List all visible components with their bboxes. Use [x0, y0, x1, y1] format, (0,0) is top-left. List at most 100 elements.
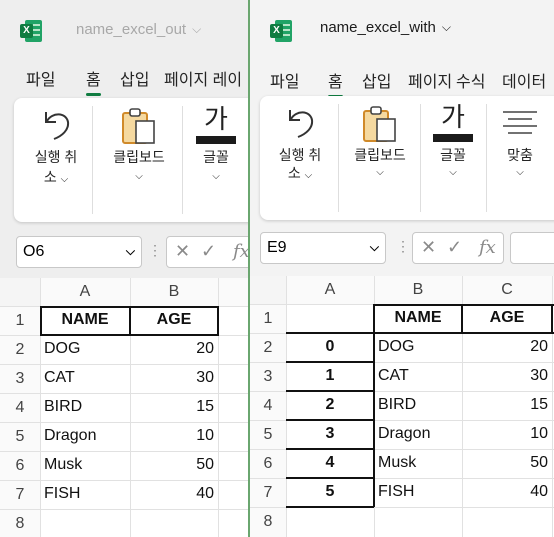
workbook-title[interactable]: name_excel_out ⌵ — [76, 21, 201, 38]
tab-home[interactable]: 홈 — [86, 66, 101, 96]
cell-name[interactable]: FISH — [374, 483, 462, 501]
row-header[interactable]: 1 — [0, 312, 40, 330]
ribbon-divider — [420, 104, 421, 212]
tab-page-layout[interactable]: 페이지 레이 — [164, 66, 242, 90]
cell-age[interactable]: 15 — [130, 398, 218, 416]
row-header[interactable]: 3 — [0, 370, 40, 388]
font-button[interactable]: 가 글꼴 ⌵ — [186, 98, 246, 216]
row-header[interactable]: 2 — [250, 339, 286, 357]
enter-icon[interactable]: ✓ — [201, 241, 216, 262]
cell-name[interactable]: Dragon — [40, 427, 130, 445]
cancel-icon[interactable]: ✕ — [175, 241, 190, 262]
cell-age[interactable]: 50 — [130, 456, 218, 474]
row-header[interactable]: 2 — [0, 341, 40, 359]
more-icon[interactable]: ⋮ — [148, 242, 162, 259]
column-header-c[interactable]: C — [462, 281, 552, 299]
tab-data[interactable]: 데이터 — [502, 68, 546, 92]
row-header[interactable]: 4 — [250, 397, 286, 415]
cell-age[interactable]: 10 — [130, 427, 218, 445]
cell-age[interactable]: 20 — [130, 340, 218, 358]
cell-name[interactable]: DOG — [374, 338, 462, 356]
cell-name[interactable]: DOG — [40, 340, 130, 358]
ribbon: 실행 취 소 ⌵ 클립보드 ⌵ 가 글꼴 ⌵ — [260, 96, 554, 220]
name-box[interactable]: E9 ⌵ — [260, 232, 386, 264]
row-header[interactable]: 5 — [250, 426, 286, 444]
header-cell-age[interactable]: AGE — [462, 309, 552, 327]
cell-name[interactable]: Musk — [40, 456, 130, 474]
spreadsheet-grid[interactable]: A B 1 2 3 4 5 6 7 8 NAME AGE DOG 20 CAT … — [0, 278, 248, 537]
header-cell-name[interactable]: NAME — [40, 311, 130, 329]
workbook-title[interactable]: name_excel_with ⌵ — [320, 19, 451, 36]
row-header[interactable]: 7 — [0, 486, 40, 504]
row-header[interactable]: 1 — [250, 310, 286, 328]
name-box[interactable]: O6 ⌵ — [16, 236, 142, 268]
cell-name[interactable]: CAT — [40, 369, 130, 387]
tab-insert[interactable]: 삽입 — [362, 68, 391, 92]
cell-age[interactable]: 50 — [462, 454, 552, 472]
more-icon[interactable]: ⋮ — [396, 238, 410, 255]
cell-age[interactable]: 30 — [462, 367, 552, 385]
tab-file[interactable]: 파일 — [270, 68, 299, 92]
undo-button[interactable]: 실행 취 소 ⌵ — [20, 98, 92, 216]
cell-name[interactable]: BIRD — [374, 396, 462, 414]
chevron-down-icon: ⌵ — [441, 20, 452, 34]
row-header[interactable]: 8 — [0, 515, 40, 533]
index-cell[interactable]: 2 — [286, 396, 374, 414]
enter-icon[interactable]: ✓ — [447, 237, 462, 258]
spreadsheet-grid[interactable]: A B C 1 2 3 4 5 6 7 8 NAME AGE 0 1 2 3 4… — [250, 276, 554, 537]
column-header-b[interactable]: B — [130, 283, 218, 301]
formula-buttons: ✕ ✓ fx — [166, 236, 248, 268]
index-cell[interactable]: 5 — [286, 483, 374, 501]
ribbon-divider — [338, 104, 339, 212]
undo-button[interactable]: 실행 취 소 ⌵ — [264, 96, 336, 214]
cell-age[interactable]: 20 — [462, 338, 552, 356]
cell-age[interactable]: 40 — [130, 485, 218, 503]
cell-name[interactable]: BIRD — [40, 398, 130, 416]
cell-age[interactable]: 10 — [462, 425, 552, 443]
tab-file[interactable]: 파일 — [26, 66, 55, 90]
row-header[interactable]: 8 — [250, 513, 286, 531]
name-box-value: O6 — [23, 243, 45, 260]
row-header[interactable]: 4 — [0, 399, 40, 417]
clipboard-icon — [363, 106, 396, 142]
tab-formulas[interactable]: 수식 — [456, 68, 485, 92]
formula-input[interactable] — [510, 232, 554, 264]
tab-page-layout[interactable]: 페이지 — [408, 68, 452, 92]
clipboard-button[interactable]: 클립보드 ⌵ — [96, 98, 182, 216]
row-header[interactable]: 7 — [250, 484, 286, 502]
tab-insert[interactable]: 삽입 — [120, 66, 149, 90]
header-cell-name[interactable]: NAME — [374, 309, 462, 327]
cell-age[interactable]: 40 — [462, 483, 552, 501]
row-header[interactable]: 6 — [250, 455, 286, 473]
insert-function-button[interactable]: fx — [233, 241, 248, 262]
cell-name[interactable]: Musk — [374, 454, 462, 472]
index-cell[interactable]: 4 — [286, 454, 374, 472]
cell-name[interactable]: FISH — [40, 485, 130, 503]
column-header-a[interactable]: A — [286, 281, 374, 299]
cell-age[interactable]: 30 — [130, 369, 218, 387]
font-label: 글꼴 — [440, 147, 466, 163]
cell-age[interactable]: 15 — [462, 396, 552, 414]
insert-function-button[interactable]: fx — [479, 237, 496, 258]
index-cell[interactable]: 3 — [286, 425, 374, 443]
cell-name[interactable]: Dragon — [374, 425, 462, 443]
index-cell[interactable]: 1 — [286, 367, 374, 385]
column-header-b[interactable]: B — [374, 281, 462, 299]
row-header[interactable]: 3 — [250, 368, 286, 386]
select-all-corner[interactable] — [0, 278, 40, 306]
row-header[interactable]: 6 — [0, 457, 40, 475]
alignment-button[interactable]: 맞춤 ⌵ — [490, 96, 550, 214]
undo-label-2: 소 ⌵ — [43, 169, 69, 185]
tab-home[interactable]: 홈 — [328, 68, 343, 98]
cell-name[interactable]: CAT — [374, 367, 462, 385]
right-excel-window: X name_excel_with ⌵ 파일 홈 삽입 페이지 수식 데이터 실행… — [248, 0, 554, 537]
font-button[interactable]: 가 글꼴 ⌵ — [424, 96, 482, 214]
clipboard-button[interactable]: 클립보드 ⌵ — [340, 96, 420, 214]
cancel-icon[interactable]: ✕ — [421, 237, 436, 258]
column-header-a[interactable]: A — [40, 283, 130, 301]
header-cell-age[interactable]: AGE — [130, 311, 218, 329]
index-cell[interactable]: 0 — [286, 338, 374, 356]
select-all-corner[interactable] — [250, 276, 286, 304]
row-header[interactable]: 5 — [0, 428, 40, 446]
chevron-down-icon: ⌵ — [449, 167, 457, 178]
